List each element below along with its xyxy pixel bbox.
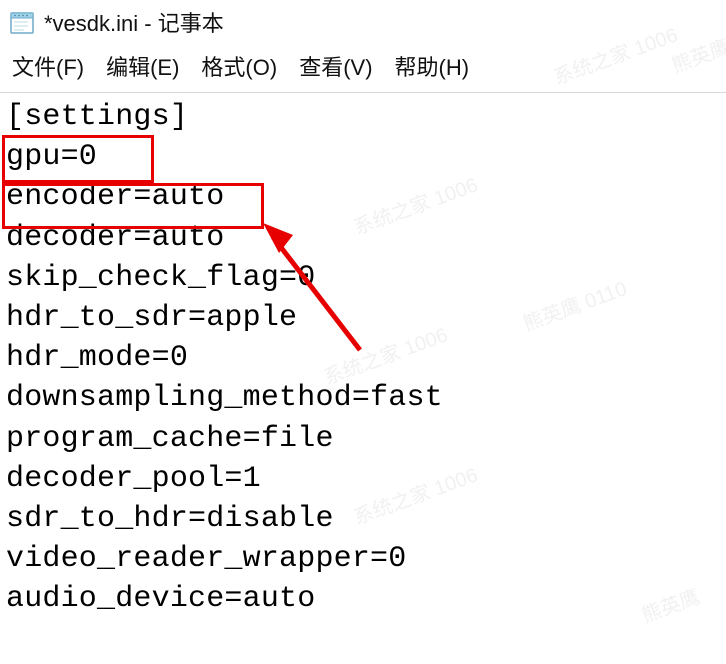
line: video_reader_wrapper=0 (6, 539, 720, 579)
notepad-icon (8, 8, 36, 36)
line: decoder_pool=1 (6, 459, 720, 499)
menu-view[interactable]: 查看(V) (299, 50, 372, 82)
menu-format[interactable]: 格式(O) (201, 50, 277, 82)
line: encoder=auto (6, 177, 720, 217)
text-content[interactable]: [settings] gpu=0 encoder=auto decoder=au… (0, 93, 726, 623)
line: audio_device=auto (6, 579, 720, 619)
line: sdr_to_hdr=disable (6, 499, 720, 539)
window-titlebar: *vesdk.ini - 记事本 (0, 0, 726, 42)
line: [settings] (6, 97, 720, 137)
line: gpu=0 (6, 137, 720, 177)
menu-edit[interactable]: 编辑(E) (106, 50, 179, 82)
line: skip_check_flag=0 (6, 258, 720, 298)
line: hdr_to_sdr=apple (6, 298, 720, 338)
menu-file[interactable]: 文件(F) (12, 50, 84, 82)
line: program_cache=file (6, 419, 720, 459)
menubar: 文件(F) 编辑(E) 格式(O) 查看(V) 帮助(H) (0, 42, 726, 93)
line: downsampling_method=fast (6, 378, 720, 418)
line: hdr_mode=0 (6, 338, 720, 378)
window-title: *vesdk.ini - 记事本 (44, 6, 224, 38)
menu-help[interactable]: 帮助(H) (395, 50, 470, 82)
line: decoder=auto (6, 218, 720, 258)
